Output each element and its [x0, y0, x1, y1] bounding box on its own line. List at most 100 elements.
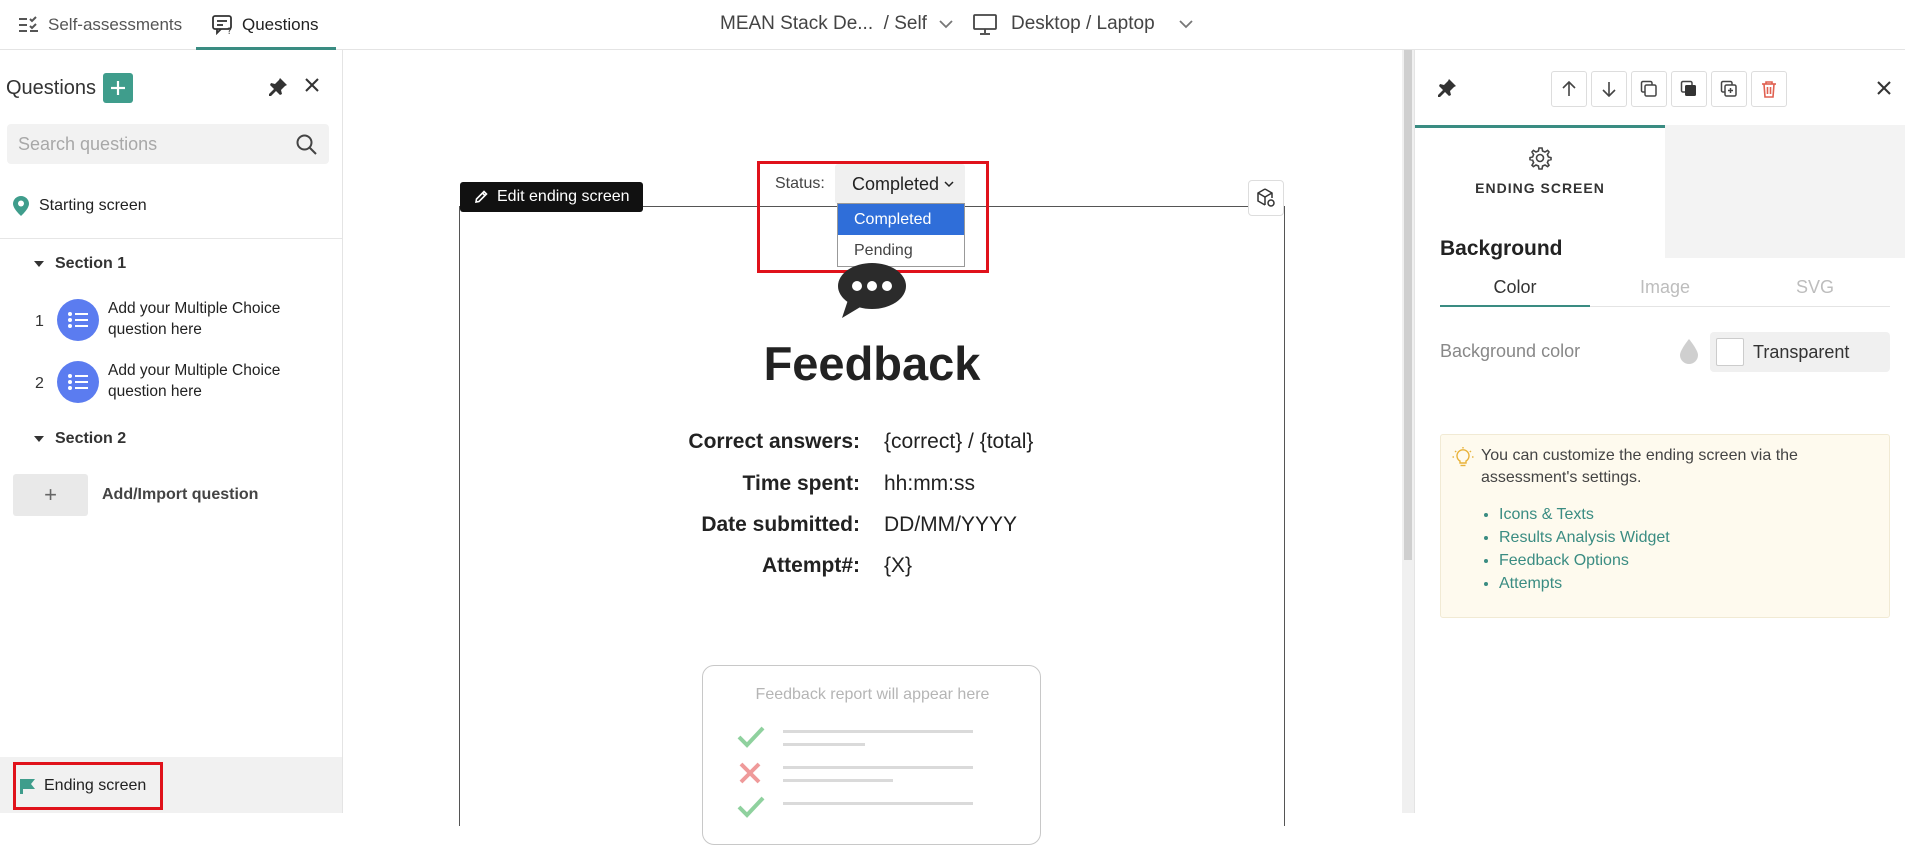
properties-panel: ENDING SCREEN Background Color Image SVG… [1414, 50, 1905, 813]
droplet-icon[interactable] [1678, 338, 1700, 364]
report-line [783, 802, 973, 805]
caret-down-icon [34, 436, 44, 442]
tab-color[interactable]: Color [1440, 277, 1590, 307]
background-color-label: Background color [1440, 341, 1581, 361]
feedback-key: Time spent: [742, 472, 860, 495]
questions-icon: ? [212, 15, 242, 35]
feedback-key: Attempt#: [762, 554, 860, 577]
ending-screen-item[interactable]: Ending screen [13, 762, 163, 810]
section-label: Section 2 [55, 430, 127, 447]
report-line [783, 730, 973, 733]
tab-ending-screen-label: ENDING SCREEN [1475, 180, 1605, 196]
feedback-value: DD/MM/YYYY [884, 513, 1018, 536]
checklist-icon [18, 16, 48, 34]
monitor-icon [973, 13, 997, 35]
gear-icon [1528, 146, 1552, 170]
cube-settings-icon[interactable] [1248, 180, 1284, 216]
feedback-key: Correct answers: [688, 430, 860, 453]
background-color-value: Transparent [1753, 341, 1850, 362]
edit-ending-screen-label: Edit ending screen [497, 188, 630, 205]
questions-sidebar: Questions Starting screen Section 1 1 Ad… [0, 50, 343, 813]
device-selector-label: Desktop / Laptop [1011, 13, 1155, 34]
question-text: Add your Multiple Choice question here [108, 362, 281, 400]
report-line [783, 743, 865, 746]
feedback-row: Date submitted: DD/MM/YYYY [459, 513, 1285, 543]
tab-questions-label: Questions [242, 15, 319, 34]
tip-links: Icons & Texts Results Analysis Widget Fe… [1499, 503, 1670, 595]
add-copy-button[interactable] [1711, 71, 1747, 107]
report-line [783, 766, 973, 769]
move-down-button[interactable] [1591, 71, 1627, 107]
tab-questions[interactable]: ? Questions [196, 0, 336, 50]
device-selector[interactable]: Desktop / Laptop [973, 0, 1193, 48]
close-icon[interactable] [1877, 81, 1891, 95]
feedback-key: Date submitted: [701, 513, 860, 536]
element-toolbar [1551, 71, 1791, 107]
scrollbar-thumb[interactable] [1404, 50, 1412, 560]
tip-box: You can customize the ending screen via … [1440, 434, 1890, 618]
top-bar: Self-assessments ? Questions MEAN Stack … [0, 0, 1905, 50]
question-text: Add your Multiple Choice question here [108, 300, 281, 338]
ending-screen-label: Ending screen [44, 777, 147, 794]
add-import-question-button[interactable]: + Add/Import question [13, 474, 258, 516]
background-type-tabs: Color Image SVG [1440, 271, 1890, 307]
link-feedback-options[interactable]: Feedback Options [1499, 549, 1670, 572]
section-1-header[interactable]: Section 1 [34, 255, 126, 273]
tab-empty-area [1665, 125, 1905, 258]
add-question-button[interactable] [103, 73, 134, 103]
link-results-analysis-widget[interactable]: Results Analysis Widget [1499, 526, 1670, 549]
question-item-1[interactable]: 1 Add your Multiple Choice question here [0, 293, 342, 349]
copy-icon [1640, 80, 1657, 97]
feedback-value: {correct} / {total} [884, 430, 1034, 453]
report-line [783, 779, 893, 782]
arrow-down-icon [1602, 82, 1616, 97]
location-pin-icon [13, 196, 39, 216]
tab-self-assessments[interactable]: Self-assessments [18, 0, 193, 50]
tip-text: You can customize the ending screen via … [1481, 447, 1798, 486]
link-icons-texts[interactable]: Icons & Texts [1499, 503, 1670, 526]
duplicate-button[interactable] [1671, 71, 1707, 107]
flag-icon [19, 778, 44, 794]
svg-text:?: ? [227, 27, 232, 35]
pin-icon[interactable] [1437, 78, 1457, 98]
add-import-label: Add/Import question [102, 486, 259, 503]
background-color-picker[interactable]: Transparent [1710, 332, 1890, 372]
multiple-choice-icon [57, 361, 99, 403]
pin-icon[interactable] [268, 77, 288, 97]
section-2-header[interactable]: Section 2 [34, 430, 126, 448]
pencil-icon [474, 190, 497, 204]
chevron-down-icon [1179, 19, 1193, 29]
delete-button[interactable] [1751, 71, 1787, 107]
color-swatch [1716, 338, 1744, 366]
tab-image[interactable]: Image [1590, 277, 1740, 298]
question-item-2[interactable]: 2 Add your Multiple Choice question here [0, 355, 342, 411]
multiple-choice-icon [57, 299, 99, 341]
canvas-scrollbar[interactable] [1402, 50, 1414, 813]
question-number: 2 [35, 375, 44, 392]
search-box [7, 124, 329, 164]
move-up-button[interactable] [1551, 71, 1587, 107]
divider [0, 238, 342, 239]
duplicate-icon [1680, 80, 1696, 96]
caret-down-icon [34, 261, 44, 267]
lightbulb-icon [1452, 446, 1474, 468]
chat-bubble-icon [836, 262, 908, 320]
report-caption: Feedback report will appear here [755, 686, 990, 703]
search-icon[interactable] [296, 134, 317, 155]
close-icon[interactable] [305, 78, 319, 92]
link-attempts[interactable]: Attempts [1499, 572, 1670, 595]
copy-button[interactable] [1631, 71, 1667, 107]
sidebar-header: Questions [6, 72, 134, 104]
cross-icon [739, 762, 761, 784]
question-number: 1 [35, 313, 44, 330]
feedback-report-placeholder: Feedback report will appear here [702, 665, 1041, 845]
feedback-title: Feedback [763, 337, 981, 390]
background-heading: Background [1440, 237, 1563, 260]
feedback-row: Attempt#: {X} [459, 554, 1285, 584]
chevron-down-icon [939, 19, 953, 29]
assessment-selector[interactable]: MEAN Stack De... / Self [720, 0, 953, 48]
search-input[interactable] [18, 133, 278, 155]
starting-screen-item[interactable]: Starting screen [13, 196, 147, 216]
tab-svg[interactable]: SVG [1740, 277, 1890, 298]
edit-ending-screen-button[interactable]: Edit ending screen [460, 182, 643, 212]
